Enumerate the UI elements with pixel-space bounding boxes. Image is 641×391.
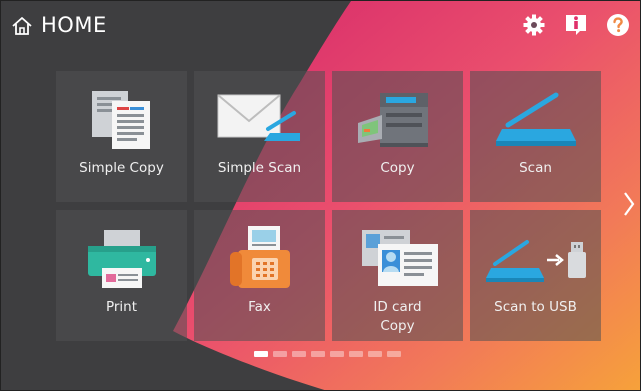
copier-icon bbox=[332, 79, 463, 159]
page-dot[interactable] bbox=[349, 351, 363, 357]
tile-label: Scan to USB bbox=[494, 299, 577, 315]
tile-label: Print bbox=[105, 299, 138, 315]
tile-scan[interactable]: Scan bbox=[470, 71, 601, 202]
page-dot[interactable] bbox=[254, 351, 268, 357]
tile-label: Scan bbox=[519, 160, 552, 176]
app-grid: Simple Copy Simple Scan Copy Scan Print … bbox=[56, 71, 601, 341]
tile-label: Simple Scan bbox=[217, 160, 302, 176]
home-screen: HOME Simple Copy Simple Scan Copy Scan P… bbox=[0, 0, 641, 391]
top-bar: HOME bbox=[1, 1, 640, 53]
tile-print[interactable]: Print bbox=[56, 210, 187, 341]
scan-usb-icon bbox=[470, 218, 601, 298]
tile-label: Fax bbox=[248, 299, 271, 315]
tile-label: Copy bbox=[380, 160, 415, 176]
top-icon-group bbox=[522, 13, 630, 37]
page-indicator bbox=[254, 351, 401, 357]
tile-scan-to-usb[interactable]: Scan to USB bbox=[470, 210, 601, 341]
page-dot[interactable] bbox=[292, 351, 306, 357]
tile-simple-scan[interactable]: Simple Scan bbox=[194, 71, 325, 202]
gear-icon[interactable] bbox=[522, 13, 546, 37]
tile-simple-copy[interactable]: Simple Copy bbox=[56, 71, 187, 202]
page-title: HOME bbox=[41, 13, 107, 37]
tile-id-card-copy[interactable]: ID card Copy bbox=[332, 210, 463, 341]
home-icon[interactable] bbox=[11, 15, 33, 37]
page-dot[interactable] bbox=[387, 351, 401, 357]
tile-label: ID card Copy bbox=[373, 299, 422, 334]
simple-copy-icon bbox=[56, 79, 187, 159]
tile-fax[interactable]: Fax bbox=[194, 210, 325, 341]
info-icon[interactable] bbox=[564, 13, 588, 37]
tile-label: Simple Copy bbox=[79, 160, 164, 176]
simple-scan-icon bbox=[194, 79, 325, 159]
page-dot[interactable] bbox=[368, 351, 382, 357]
tile-copy[interactable]: Copy bbox=[332, 71, 463, 202]
page-dot[interactable] bbox=[273, 351, 287, 357]
scanner-icon bbox=[470, 79, 601, 159]
id-card-icon bbox=[332, 218, 463, 298]
page-dot[interactable] bbox=[330, 351, 344, 357]
printer-icon bbox=[56, 218, 187, 298]
help-icon[interactable] bbox=[606, 13, 630, 37]
page-dot[interactable] bbox=[311, 351, 325, 357]
fax-icon bbox=[194, 218, 325, 298]
next-page-arrow[interactable] bbox=[622, 190, 636, 218]
